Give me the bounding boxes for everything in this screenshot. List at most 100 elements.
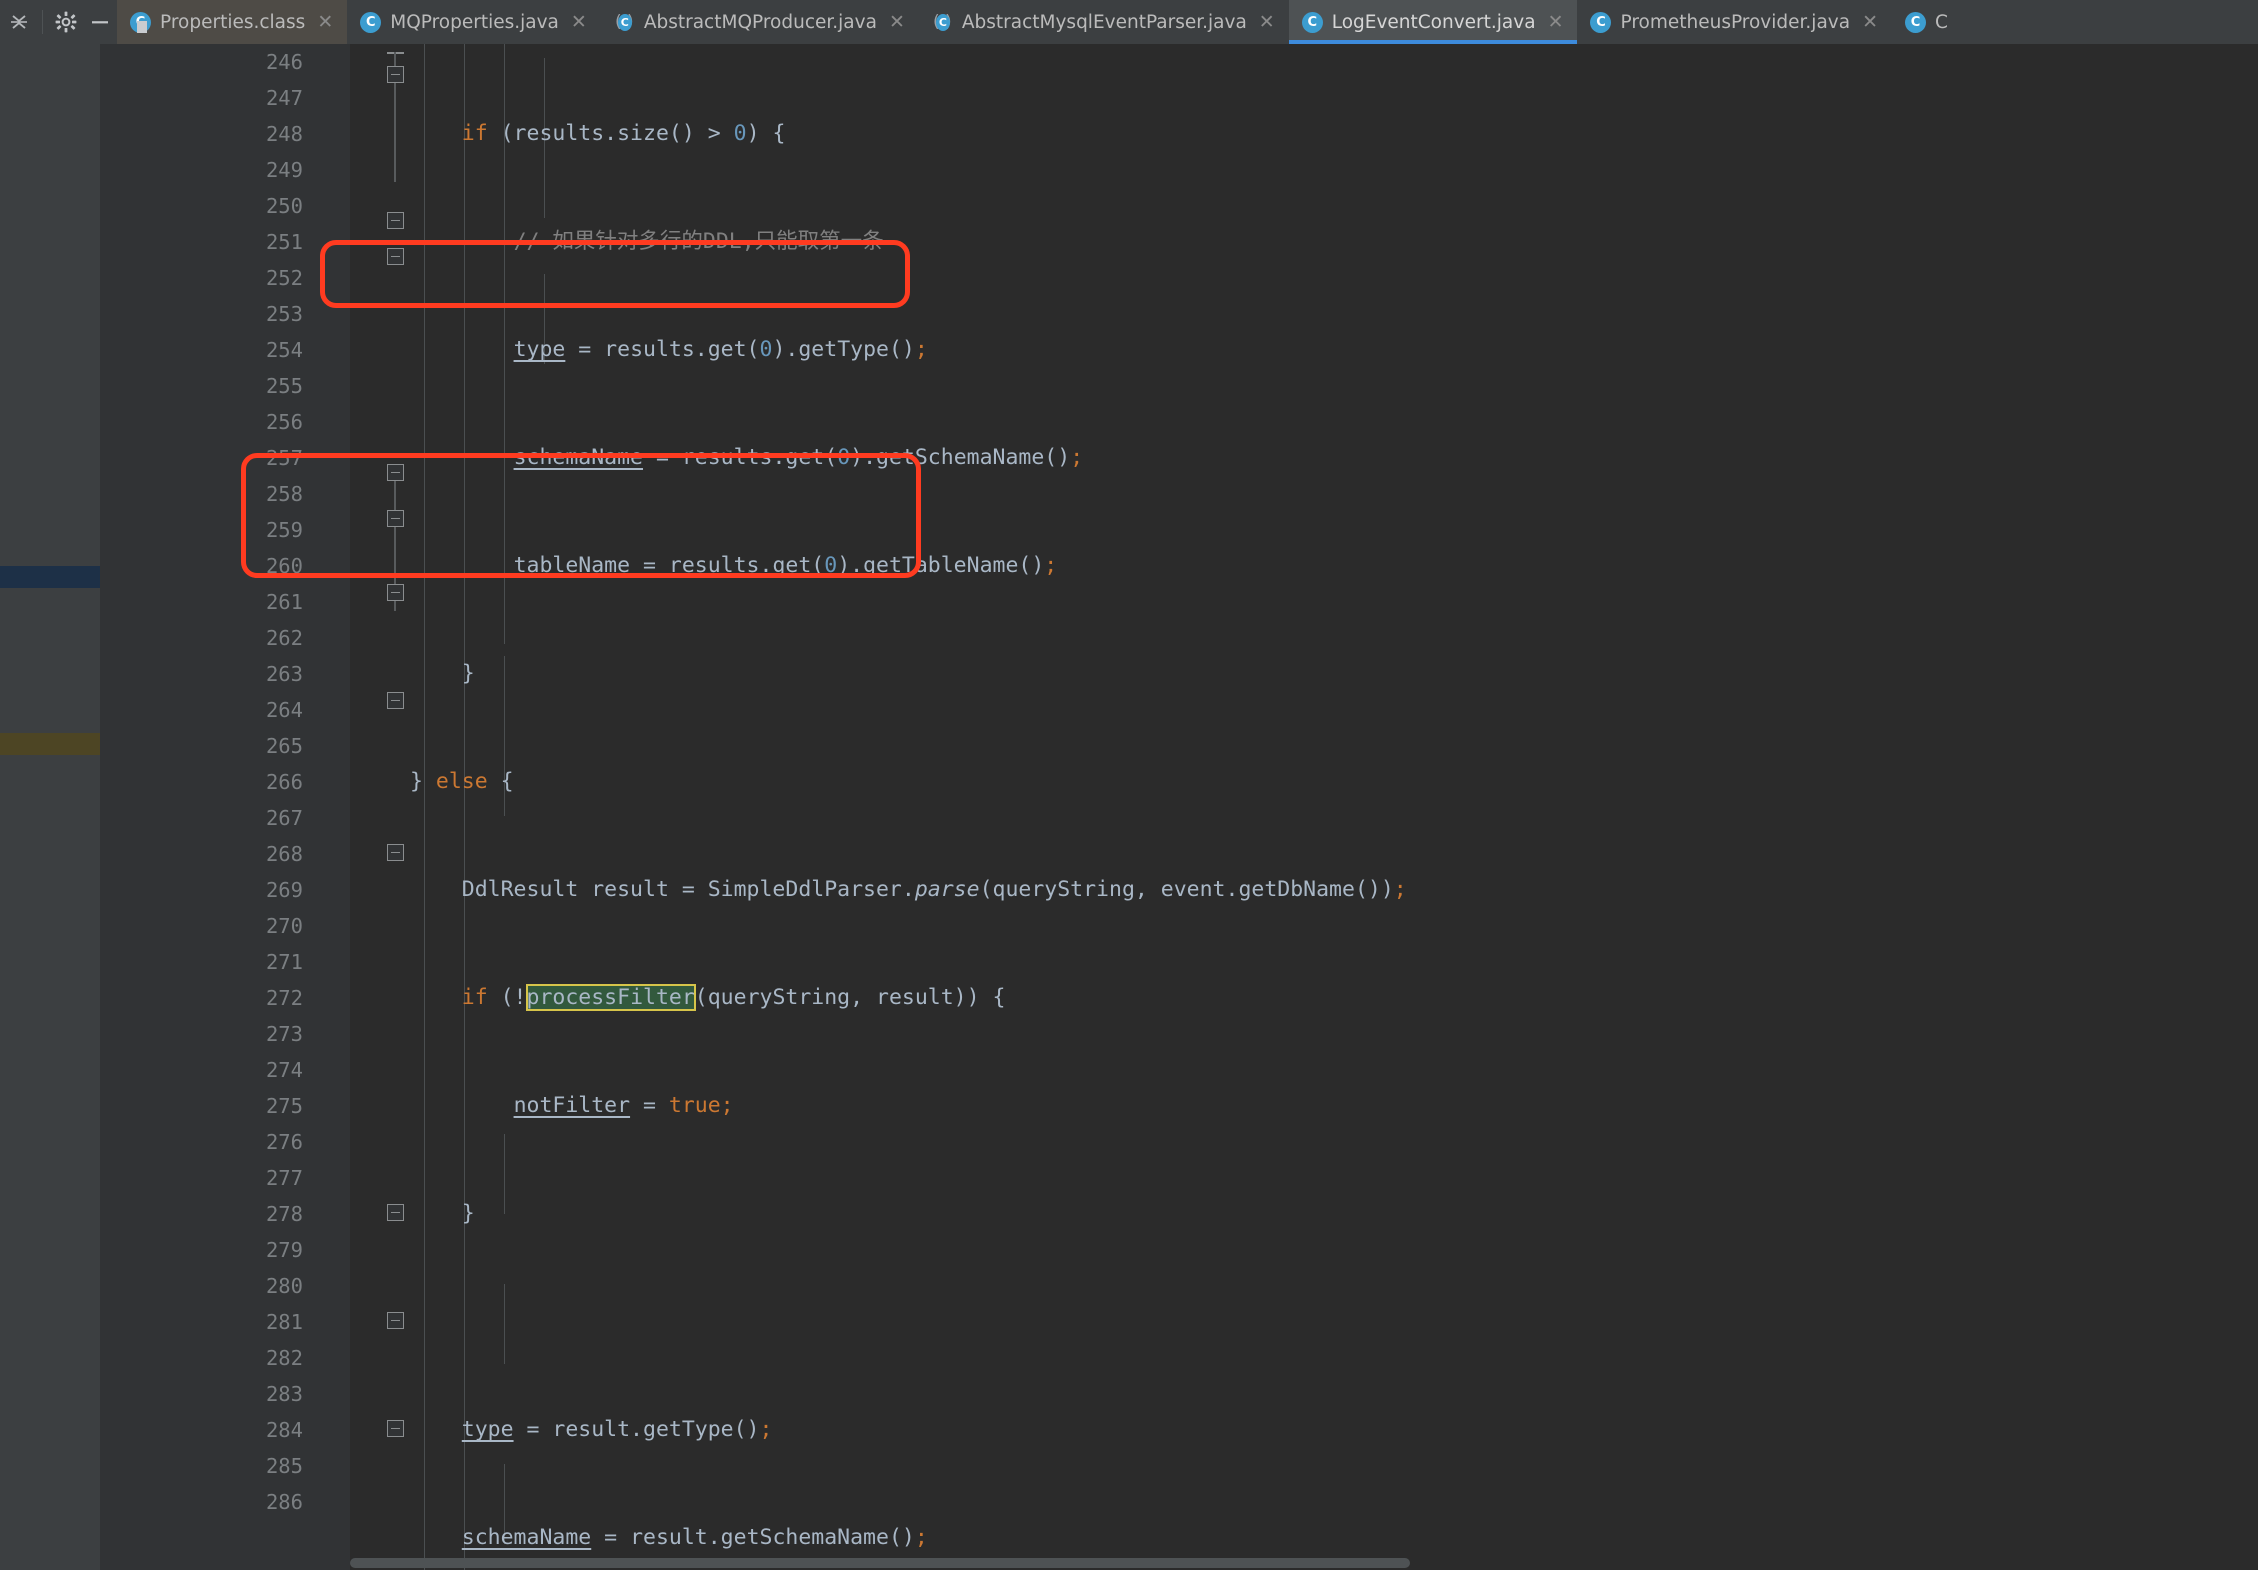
line-number: 247: [265, 86, 303, 110]
line-number: 257: [265, 446, 303, 470]
line-number: 283: [265, 1382, 303, 1406]
java-class-file-icon: C: [130, 11, 151, 33]
settings-gear-icon[interactable]: [49, 0, 83, 44]
line-number: 246: [265, 50, 303, 74]
toolbar-divider: [42, 10, 43, 34]
code-line-246[interactable]: if (results.size() > 0) {: [410, 116, 2258, 152]
tab-clipped[interactable]: C C: [1892, 0, 1962, 44]
line-number: 256: [265, 410, 303, 434]
tab-logeventconvert-java[interactable]: C LogEventConvert.java ✕: [1288, 0, 1578, 44]
java-abstract-class-icon: ( )C: [932, 12, 953, 33]
editor-tab-bar: C Properties.class ✕ C MQProperties.java…: [0, 0, 2258, 44]
tab-close-icon[interactable]: ✕: [889, 12, 905, 32]
line-number: 278: [265, 1202, 303, 1226]
stripe-mark-navy[interactable]: [0, 566, 100, 588]
line-number: 255: [265, 374, 303, 398]
source-code[interactable]: if (results.size() > 0) { // 如果针对多行的DDL,…: [410, 44, 2258, 1570]
code-line-258[interactable]: type = result.getType();: [410, 1412, 2258, 1448]
fold-collapse-icon[interactable]: [387, 584, 404, 601]
fold-collapse-icon[interactable]: [387, 212, 404, 229]
tab-label: Properties.class: [160, 11, 306, 33]
line-number: 251: [265, 230, 303, 254]
tab-close-icon[interactable]: ✕: [571, 12, 587, 32]
tab-mqproperties-java[interactable]: C MQProperties.java ✕: [347, 0, 601, 44]
line-number: 249: [265, 158, 303, 182]
line-number: 276: [265, 1130, 303, 1154]
tab-close-icon[interactable]: ✕: [1862, 12, 1878, 32]
line-number: 268: [265, 842, 303, 866]
code-folding-column[interactable]: [380, 44, 410, 1570]
code-line-247[interactable]: // 如果针对多行的DDL,只能取第一条: [410, 224, 2258, 260]
code-line-250[interactable]: tableName = results.get(0).getTableName(…: [410, 548, 2258, 584]
tab-label: MQProperties.java: [390, 11, 559, 33]
java-class-icon: C: [1905, 11, 1926, 33]
line-number: 248: [265, 122, 303, 146]
tab-close-icon[interactable]: ✕: [1259, 12, 1275, 32]
fold-collapse-icon[interactable]: [387, 510, 404, 527]
line-number: 284: [265, 1418, 303, 1442]
line-number: 253: [265, 302, 303, 326]
line-number: 282: [265, 1346, 303, 1370]
left-rail: [0, 0, 100, 1570]
tab-close-icon[interactable]: ✕: [317, 12, 333, 32]
line-number: 274: [265, 1058, 303, 1082]
tab-strip: C Properties.class ✕ C MQProperties.java…: [117, 0, 2258, 44]
line-number: 258: [265, 482, 303, 506]
line-number: 277: [265, 1166, 303, 1190]
code-line-259[interactable]: schemaName = result.getSchemaName();: [410, 1520, 2258, 1556]
line-number: 264: [265, 698, 303, 722]
line-number: 263: [265, 662, 303, 686]
line-number: 275: [265, 1094, 303, 1118]
fold-collapse-icon[interactable]: [387, 1204, 404, 1221]
code-line-256[interactable]: }: [410, 1196, 2258, 1232]
line-number: 266: [265, 770, 303, 794]
tab-abstractmysqleventparser-java[interactable]: ( )C AbstractMysqlEventParser.java ✕: [919, 0, 1289, 44]
line-number: 261: [265, 590, 303, 614]
java-class-icon: C: [360, 11, 382, 33]
fold-collapse-icon[interactable]: [387, 844, 404, 861]
fold-collapse-icon[interactable]: [387, 692, 404, 709]
minimize-icon[interactable]: [83, 0, 117, 44]
stripe-mark-olive[interactable]: [0, 733, 100, 755]
code-line-257[interactable]: [410, 1304, 2258, 1340]
fold-collapse-icon[interactable]: [387, 1312, 404, 1329]
ide-window: C Properties.class ✕ C MQProperties.java…: [0, 0, 2258, 1570]
line-number: 286: [265, 1490, 303, 1514]
line-number: 250: [265, 194, 303, 218]
code-line-249[interactable]: schemaName = results.get(0).getSchemaNam…: [410, 440, 2258, 476]
fold-collapse-icon[interactable]: [387, 248, 404, 265]
fold-collapse-icon[interactable]: [387, 464, 404, 481]
tab-prometheusprovider-java[interactable]: C PrometheusProvider.java ✕: [1577, 0, 1892, 44]
tab-abstractmqproducer-java[interactable]: ( )C AbstractMQProducer.java ✕: [601, 0, 919, 44]
java-class-icon: C: [1301, 11, 1323, 33]
editor-gutter[interactable]: 246 247 248 249 250 251 252 253 254 255 …: [100, 44, 404, 1570]
line-number-column: 246 247 248 249 250 251 252 253 254 255 …: [100, 44, 315, 1520]
tab-close-icon[interactable]: ✕: [1548, 12, 1564, 32]
line-number: 270: [265, 914, 303, 938]
code-line-254[interactable]: if (!processFilter(queryString, result))…: [410, 980, 2258, 1016]
code-content-area[interactable]: if (results.size() > 0) { // 如果针对多行的DDL,…: [410, 44, 2258, 1570]
java-abstract-class-icon: ( )C: [614, 12, 635, 33]
horizontal-scrollbar[interactable]: [350, 1558, 1410, 1568]
code-line-252[interactable]: } else {: [410, 764, 2258, 800]
tab-label: LogEventConvert.java: [1331, 11, 1536, 33]
line-number: 271: [265, 950, 303, 974]
fold-collapse-icon[interactable]: [387, 1420, 404, 1437]
line-number: 280: [265, 1274, 303, 1298]
code-line-253[interactable]: DdlResult result = SimpleDdlParser.parse…: [410, 872, 2258, 908]
line-number: 259: [265, 518, 303, 542]
tab-label: C: [1935, 11, 1948, 33]
line-number: 269: [265, 878, 303, 902]
fold-collapse-icon[interactable]: [387, 66, 404, 83]
rail-error-stripe[interactable]: [0, 0, 100, 1570]
line-number: 262: [265, 626, 303, 650]
line-number: 260: [265, 554, 303, 578]
tab-properties-class[interactable]: C Properties.class ✕: [117, 0, 348, 44]
collapse-all-icon[interactable]: [2, 0, 36, 44]
code-line-255[interactable]: notFilter = true;: [410, 1088, 2258, 1124]
code-editor[interactable]: 246 247 248 249 250 251 252 253 254 255 …: [100, 44, 2258, 1570]
tab-label: AbstractMQProducer.java: [643, 11, 877, 33]
code-line-251[interactable]: }: [410, 656, 2258, 692]
code-line-248[interactable]: type = results.get(0).getType();: [410, 332, 2258, 368]
line-number: 252: [265, 266, 303, 290]
